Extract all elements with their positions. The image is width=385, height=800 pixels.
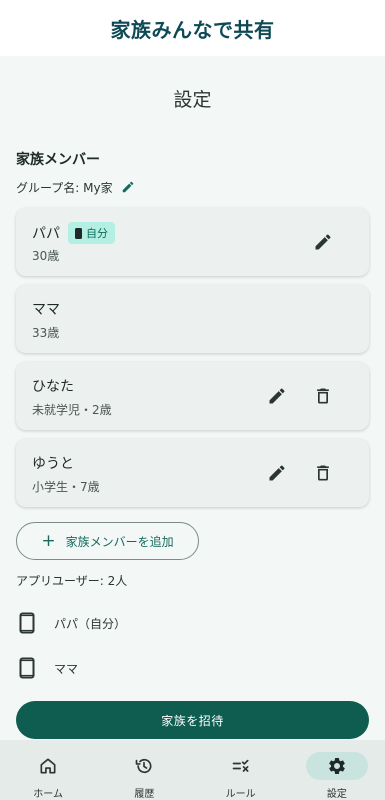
self-badge-label: 自分 xyxy=(86,227,108,240)
nav-item-home[interactable]: ホーム xyxy=(0,740,96,800)
delete-button[interactable] xyxy=(309,459,337,487)
add-family-member-button[interactable]: + 家族メンバーを追加 xyxy=(16,522,199,560)
edit-button[interactable] xyxy=(263,459,291,487)
phone-icon xyxy=(16,657,38,679)
member-detail: 小学生・7歳 xyxy=(32,480,100,494)
member-card-yuuto[interactable]: ゆうと 小学生・7歳 xyxy=(16,439,369,507)
pencil-icon xyxy=(315,234,331,250)
plus-icon: + xyxy=(41,530,56,551)
nav-label: 設定 xyxy=(326,789,347,800)
group-name-row[interactable]: グループ名: My家 xyxy=(16,178,135,196)
nav-label: ルール xyxy=(225,789,256,800)
bottom-navigation: ホーム 履歴 ルール 設定 xyxy=(0,740,385,800)
nav-label: 履歴 xyxy=(134,789,155,800)
member-name: ママ xyxy=(32,302,60,318)
group-name-label: グループ名: My家 xyxy=(16,180,113,195)
device-row-mama: ママ xyxy=(16,654,78,682)
member-age: 33歳 xyxy=(32,326,60,340)
member-name: ゆうと xyxy=(32,456,74,472)
trash-icon xyxy=(317,465,329,481)
invite-family-button[interactable]: 家族を招待 xyxy=(16,701,369,739)
pencil-icon xyxy=(269,465,285,481)
app-users-count: アプリユーザー: 2人 xyxy=(16,574,128,588)
home-icon xyxy=(40,758,56,774)
family-members-heading: 家族メンバー xyxy=(16,152,100,168)
member-card-mama[interactable]: ママ 33歳 xyxy=(16,285,369,353)
member-detail: 未就学児・2歳 xyxy=(32,403,112,417)
history-icon xyxy=(136,758,152,774)
app-title: 家族みんなで共有 xyxy=(110,17,275,42)
phone-icon xyxy=(16,612,38,634)
nav-item-history[interactable]: 履歴 xyxy=(96,740,192,800)
rule-icon xyxy=(232,759,249,772)
device-owner-label: パパ（自分） xyxy=(54,616,127,631)
pencil-icon xyxy=(269,388,285,404)
edit-button[interactable] xyxy=(263,382,291,410)
trash-icon xyxy=(317,388,329,404)
delete-button[interactable] xyxy=(309,382,337,410)
gear-icon xyxy=(329,758,345,774)
nav-item-rules[interactable]: ルール xyxy=(193,740,289,800)
device-row-papa: パパ（自分） xyxy=(16,609,126,637)
member-name: パパ xyxy=(32,226,60,242)
self-badge: 自分 xyxy=(68,222,115,244)
nav-label: ホーム xyxy=(33,789,63,800)
edit-button[interactable] xyxy=(309,228,337,256)
phone-icon xyxy=(75,227,82,239)
page-title: 設定 xyxy=(173,89,212,111)
settings-page: 設定 家族メンバー グループ名: My家 パパ 自分 30歳 ママ 33歳 ひな… xyxy=(0,56,385,740)
member-name: ひなた xyxy=(32,379,74,395)
app-banner: 家族みんなで共有 xyxy=(0,0,385,56)
nav-item-settings[interactable]: 設定 xyxy=(289,740,385,800)
member-card-hinata[interactable]: ひなた 未就学児・2歳 xyxy=(16,362,369,430)
member-age: 30歳 xyxy=(32,249,60,263)
device-owner-label: ママ xyxy=(54,661,79,676)
member-card-papa[interactable]: パパ 自分 30歳 xyxy=(16,208,369,276)
add-family-member-label: 家族メンバーを追加 xyxy=(65,534,174,549)
edit-group-name-icon[interactable] xyxy=(121,180,135,194)
